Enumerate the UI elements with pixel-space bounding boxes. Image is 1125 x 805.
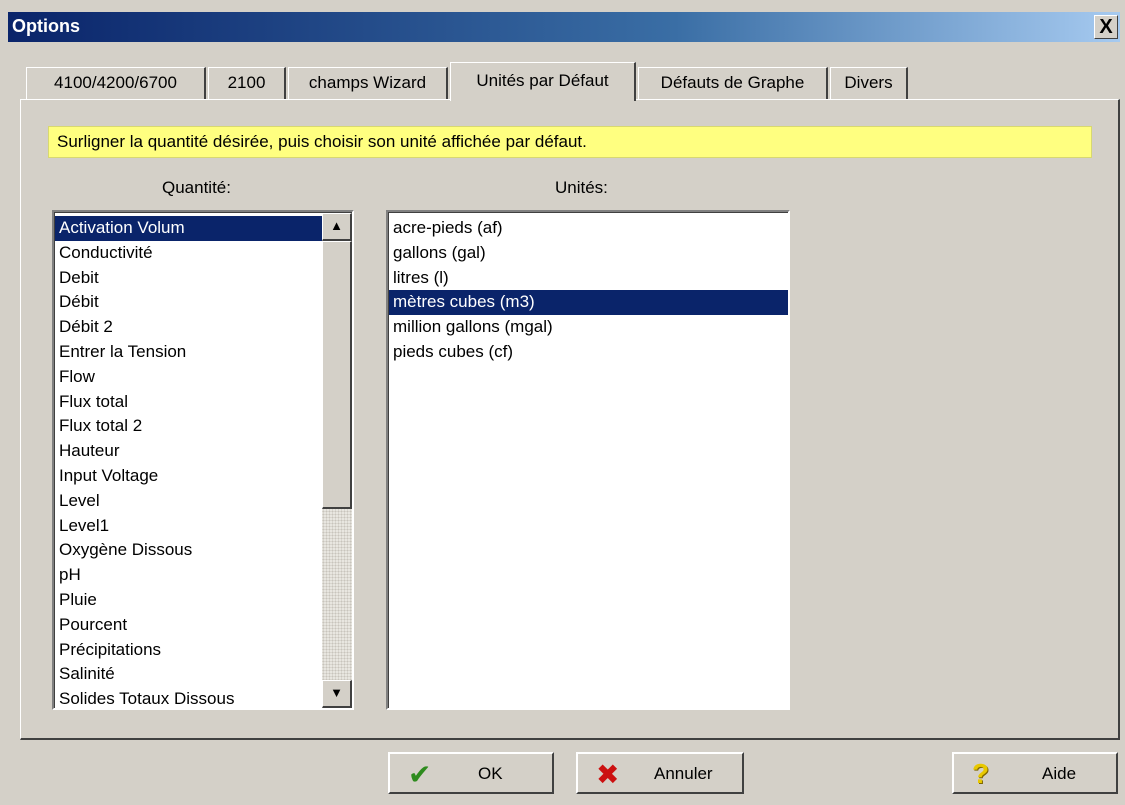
scroll-up-button[interactable]: ▲ <box>322 213 352 241</box>
tab-label: 4100/4200/6700 <box>54 73 177 92</box>
tab-label: Unités par Défaut <box>476 71 609 90</box>
tab-unites-par-defaut[interactable]: Unités par Défaut <box>450 62 636 101</box>
tab-label: champs Wizard <box>308 73 427 92</box>
window-title: Options <box>12 16 80 36</box>
list-item[interactable]: acre-pieds (af) <box>389 216 788 241</box>
arrow-up-icon: ▲ <box>330 218 343 233</box>
scroll-down-button[interactable]: ▼ <box>322 680 352 708</box>
list-item[interactable]: Flow <box>55 365 322 390</box>
units-list-frame: acre-pieds (af) gallons (gal) litres (l) mè… <box>388 212 788 708</box>
tab-label: Défauts de Graphe <box>660 73 805 92</box>
list-item[interactable]: Activation Volum <box>55 216 322 241</box>
arrow-down-icon: ▼ <box>330 685 343 700</box>
tab-label: 2100 <box>227 73 266 92</box>
list-item[interactable]: Flux total 2 <box>55 414 322 439</box>
list-item[interactable]: Flux total <box>55 390 322 415</box>
list-item[interactable]: pH <box>55 563 322 588</box>
help-label: Aide <box>1042 764 1077 783</box>
list-item[interactable]: Hauteur <box>55 439 322 464</box>
list-item[interactable]: Conductivité <box>55 241 322 266</box>
quantity-label: Quantité: <box>162 178 231 197</box>
ok-button[interactable]: ✔ OK <box>388 752 554 794</box>
help-button[interactable]: ? Aide <box>952 752 1118 794</box>
quantity-items: Activation Volum Conductivité Debit Débit Dé… <box>55 216 322 708</box>
list-item[interactable]: Level1 <box>55 514 322 539</box>
list-item[interactable]: Level <box>55 489 322 514</box>
quantity-scrollbar[interactable]: ▲ ▼ <box>322 213 352 708</box>
list-item[interactable]: Oxygène Dissous <box>55 538 322 563</box>
list-item[interactable]: Pluie <box>55 588 322 613</box>
list-item[interactable]: pieds cubes (cf) <box>389 340 788 365</box>
list-item[interactable]: Solides Totaux Dissous <box>55 687 322 708</box>
list-item[interactable]: mètres cubes (m3) <box>389 290 788 316</box>
x-icon: ✖ <box>596 759 620 790</box>
list-item[interactable]: Débit <box>55 290 322 315</box>
quantity-list-frame: Activation Volum Conductivité Debit Débit Dé… <box>54 212 352 708</box>
close-button[interactable]: X <box>1094 15 1118 39</box>
list-item[interactable]: Input Voltage <box>55 464 322 489</box>
title-bar: Options X <box>8 12 1120 42</box>
list-item[interactable]: gallons (gal) <box>389 241 788 266</box>
list-item[interactable]: Salinité <box>55 662 322 687</box>
tab-defauts-de-graphe[interactable]: Défauts de Graphe <box>638 67 828 100</box>
checkmark-icon: ✔ <box>408 759 432 790</box>
question-icon: ? <box>972 758 990 789</box>
list-item[interactable]: Débit 2 <box>55 315 322 340</box>
units-listbox[interactable]: acre-pieds (af) gallons (gal) litres (l) mè… <box>386 210 790 710</box>
cancel-button[interactable]: ✖ Annuler <box>576 752 744 794</box>
tab-divers[interactable]: Divers <box>830 67 908 100</box>
list-item[interactable]: Entrer la Tension <box>55 340 322 365</box>
hint-banner: Surligner la quantité désirée, puis choi… <box>48 126 1092 158</box>
units-label: Unités: <box>555 178 608 197</box>
tab-4100-4200-6700[interactable]: 4100/4200/6700 <box>26 67 206 100</box>
list-item[interactable]: Précipitations <box>55 638 322 663</box>
tab-label: Divers <box>844 73 893 92</box>
list-item[interactable]: million gallons (mgal) <box>389 315 788 340</box>
units-items: acre-pieds (af) gallons (gal) litres (l) mè… <box>389 216 788 365</box>
list-item[interactable]: Debit <box>55 266 322 291</box>
cancel-label: Annuler <box>654 764 713 783</box>
list-item[interactable]: Pourcent <box>55 613 322 638</box>
list-item[interactable]: litres (l) <box>389 266 788 291</box>
tab-champs-wizard[interactable]: champs Wizard <box>288 67 448 100</box>
tab-2100[interactable]: 2100 <box>208 67 286 100</box>
ok-label: OK <box>478 764 503 783</box>
close-icon: X <box>1099 16 1113 38</box>
scroll-thumb[interactable] <box>322 241 352 509</box>
quantity-listbox[interactable]: Activation Volum Conductivité Debit Débit Dé… <box>52 210 354 710</box>
